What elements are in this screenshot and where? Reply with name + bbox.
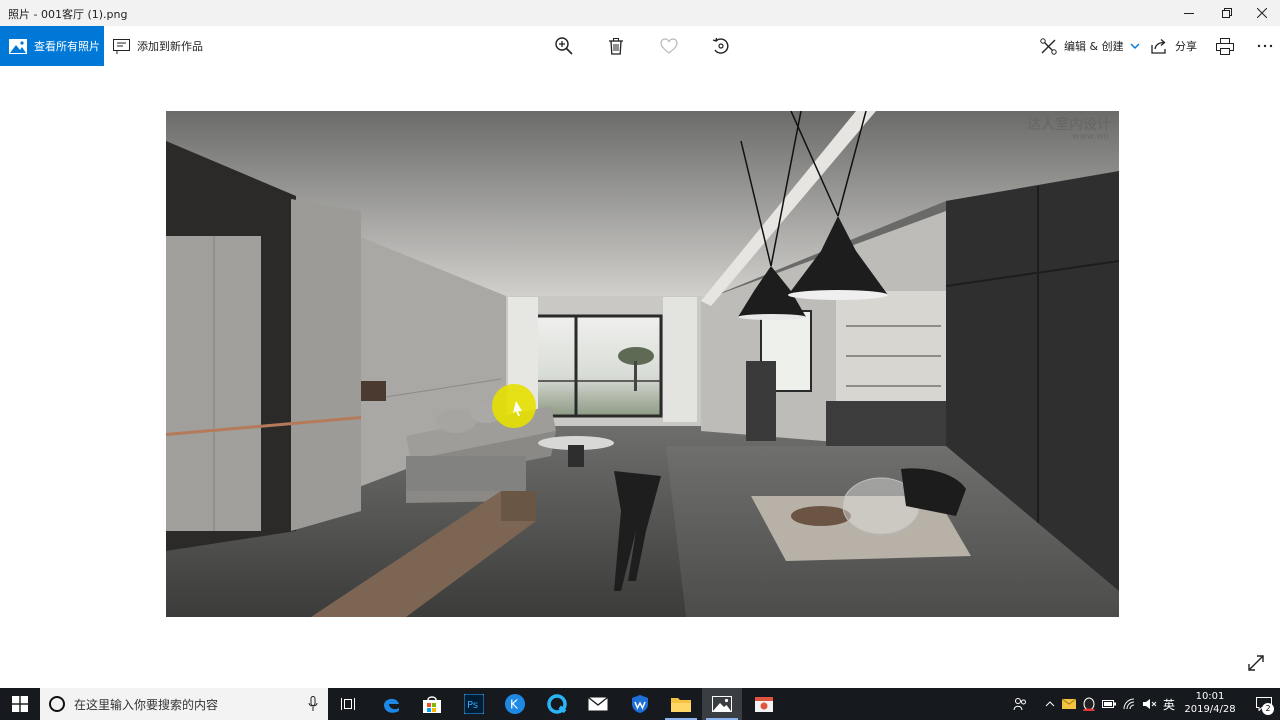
taskbar-app-mail[interactable] bbox=[578, 688, 618, 720]
minimize-button[interactable] bbox=[1170, 0, 1207, 26]
photos-app-icon bbox=[712, 696, 732, 712]
windows-logo-icon bbox=[12, 696, 28, 712]
edit-create-button[interactable]: 编辑 & 创建 bbox=[1040, 26, 1140, 66]
mail-icon bbox=[588, 697, 608, 711]
store-icon bbox=[423, 696, 441, 713]
zoom-button[interactable] bbox=[552, 34, 576, 58]
clock-time: 10:01 bbox=[1195, 691, 1225, 702]
photos-icon bbox=[9, 38, 27, 54]
photoshop-icon: Ps bbox=[464, 694, 484, 714]
taskbar-app-store[interactable] bbox=[412, 688, 452, 720]
start-button[interactable] bbox=[0, 688, 40, 720]
taskbar-clock[interactable]: 10:01 2019/4/28 bbox=[1180, 690, 1240, 718]
print-button[interactable] bbox=[1213, 34, 1237, 58]
task-view-button[interactable] bbox=[328, 688, 368, 720]
taskbar: 在这里输入你要搜索的内容 Ps K 英 10:01 2019/4/28 2 bbox=[0, 688, 1280, 720]
tray-app-2[interactable] bbox=[1080, 688, 1098, 720]
title-bar: 照片 - 001客厅 (1).png bbox=[0, 0, 1280, 26]
cortana-icon bbox=[49, 696, 65, 712]
photo-watermark-url: www.wo bbox=[1072, 132, 1109, 142]
tray-app-1[interactable] bbox=[1060, 688, 1078, 720]
tray-people[interactable] bbox=[1010, 688, 1030, 720]
action-center-button[interactable]: 2 bbox=[1248, 688, 1280, 720]
office-icon bbox=[755, 697, 773, 712]
rotate-button[interactable] bbox=[709, 34, 733, 58]
wifi-icon bbox=[1123, 698, 1135, 710]
taskbar-app-edge[interactable] bbox=[371, 688, 411, 720]
view-all-photos-button[interactable]: 查看所有照片 bbox=[0, 26, 104, 66]
add-to-creation-button[interactable]: 添加到新作品 bbox=[113, 26, 203, 66]
penguin-icon bbox=[1083, 697, 1095, 711]
close-button[interactable] bbox=[1243, 0, 1280, 26]
taskbar-app-wps[interactable] bbox=[620, 688, 660, 720]
tray-app-3[interactable] bbox=[1100, 688, 1118, 720]
tray-network[interactable] bbox=[1120, 688, 1140, 720]
share-button[interactable]: 分享 bbox=[1151, 26, 1197, 66]
task-view-icon bbox=[341, 698, 355, 710]
tray-volume[interactable] bbox=[1140, 688, 1160, 720]
living-room-photo bbox=[166, 111, 1119, 617]
more-button[interactable] bbox=[1253, 34, 1277, 58]
chevron-up-icon bbox=[1045, 701, 1055, 707]
share-label: 分享 bbox=[1175, 40, 1197, 53]
people-icon bbox=[1013, 698, 1026, 711]
share-icon bbox=[1151, 39, 1166, 54]
taskbar-search-input[interactable]: 在这里输入你要搜索的内容 bbox=[40, 688, 328, 720]
toolbar: 查看所有照片 添加到新作品 编辑 & 创建 分享 bbox=[0, 26, 1280, 66]
clock-date: 2019/4/28 bbox=[1184, 704, 1236, 715]
speaker-muted-icon bbox=[1143, 699, 1157, 709]
tray-ime[interactable]: 英 bbox=[1160, 688, 1178, 720]
battery-icon bbox=[1102, 700, 1116, 708]
svg-text:Ps: Ps bbox=[467, 700, 478, 711]
close-icon bbox=[1256, 8, 1267, 18]
photo-viewer-image[interactable]: 达人室内设计 www.wo bbox=[166, 111, 1119, 617]
more-icon bbox=[1257, 44, 1273, 48]
rotate-icon bbox=[712, 37, 729, 54]
favorite-heart-icon bbox=[660, 38, 678, 54]
restore-button[interactable] bbox=[1208, 0, 1245, 26]
add-to-creation-label: 添加到新作品 bbox=[137, 40, 203, 53]
edit-create-label: 编辑 & 创建 bbox=[1064, 40, 1124, 53]
edge-icon bbox=[384, 698, 399, 713]
view-all-photos-label: 查看所有照片 bbox=[34, 40, 100, 53]
taskbar-app-photos[interactable] bbox=[702, 688, 742, 720]
microphone-icon[interactable] bbox=[308, 696, 318, 712]
minimize-icon bbox=[1183, 13, 1194, 14]
ime-indicator: 英 bbox=[1162, 697, 1175, 712]
taskbar-app-kugou[interactable]: K bbox=[495, 688, 535, 720]
delete-icon bbox=[609, 37, 623, 55]
zoom-in-icon bbox=[555, 37, 573, 55]
taskbar-app-office[interactable] bbox=[744, 688, 784, 720]
full-screen-button[interactable] bbox=[1245, 652, 1267, 674]
taskbar-app-file-explorer[interactable] bbox=[661, 688, 701, 720]
taskbar-app-browser[interactable] bbox=[537, 688, 577, 720]
browser-icon bbox=[547, 694, 567, 714]
message-icon bbox=[1062, 698, 1076, 709]
photos-app-window: 照片 - 001客厅 (1).png 查看所有照片 添加到新作品 编辑 & 创建… bbox=[0, 0, 1280, 688]
window-title: 照片 - 001客厅 (1).png bbox=[8, 8, 128, 21]
folder-icon bbox=[671, 698, 691, 712]
add-to-creation-icon bbox=[113, 38, 130, 54]
edit-create-icon bbox=[1040, 37, 1057, 55]
expand-icon bbox=[1248, 655, 1264, 671]
delete-button[interactable] bbox=[604, 34, 628, 58]
tray-show-hidden[interactable] bbox=[1042, 688, 1058, 720]
restore-icon bbox=[1221, 8, 1232, 18]
taskbar-app-photoshop[interactable]: Ps bbox=[454, 688, 494, 720]
svg-text:K: K bbox=[510, 698, 519, 712]
chevron-down-icon bbox=[1130, 43, 1140, 49]
notification-count-badge: 2 bbox=[1262, 703, 1274, 715]
print-icon bbox=[1216, 37, 1234, 55]
search-placeholder: 在这里输入你要搜索的内容 bbox=[74, 697, 219, 712]
wps-shield-icon bbox=[632, 695, 648, 713]
favorite-button[interactable] bbox=[657, 34, 681, 58]
photo-watermark: 达人室内设计 bbox=[1027, 117, 1111, 133]
kugou-icon: K bbox=[505, 694, 525, 714]
